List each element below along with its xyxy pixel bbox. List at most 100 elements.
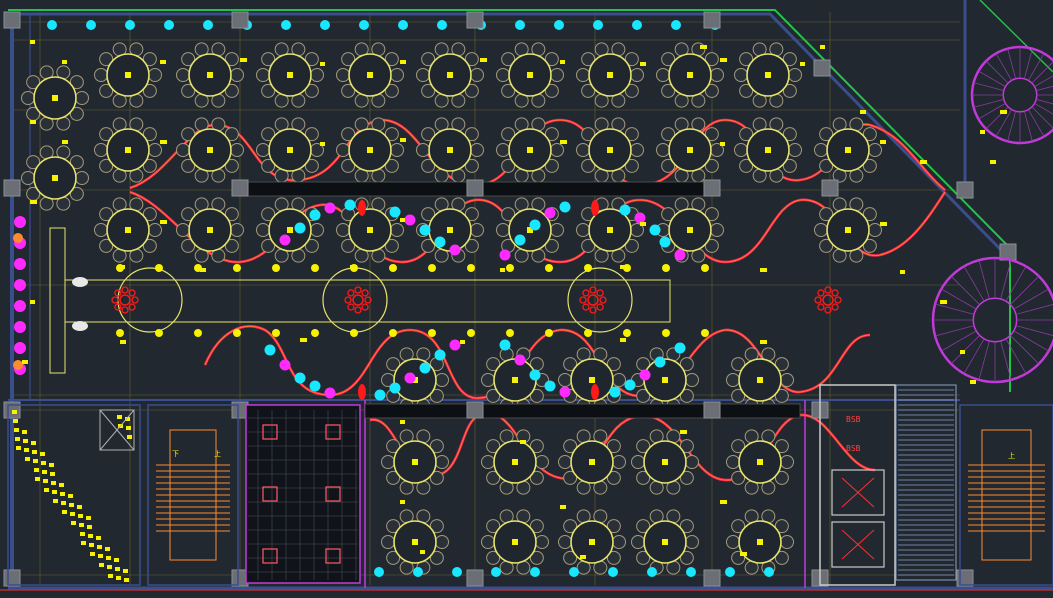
light-arc-1 bbox=[324, 202, 336, 214]
table-marker bbox=[662, 377, 668, 383]
stage-light bbox=[701, 264, 709, 272]
chair bbox=[381, 455, 395, 469]
dim-mark bbox=[320, 62, 325, 66]
dim-mark bbox=[160, 220, 167, 224]
ceiling-light bbox=[593, 20, 603, 30]
light-arc-2 bbox=[514, 234, 526, 246]
light-arc-2 bbox=[499, 249, 511, 261]
chair bbox=[21, 91, 35, 105]
ceiling-light bbox=[47, 20, 57, 30]
fixture-mark bbox=[79, 523, 84, 527]
chair bbox=[558, 373, 572, 387]
dim-mark bbox=[760, 268, 767, 272]
dim-mark bbox=[990, 160, 996, 164]
cad-floor-plan: 上 上 下 BSB BSB bbox=[0, 0, 1053, 598]
table-marker bbox=[447, 227, 453, 233]
column-3 bbox=[3, 11, 21, 29]
lift-label-1: BSB bbox=[846, 415, 861, 424]
chair bbox=[481, 455, 495, 469]
dim-mark bbox=[680, 430, 687, 434]
table-marker bbox=[765, 147, 771, 153]
stage-light bbox=[116, 329, 124, 337]
chair bbox=[558, 535, 572, 549]
dim-mark bbox=[900, 270, 905, 274]
stage-light bbox=[233, 329, 241, 337]
table-marker bbox=[687, 227, 693, 233]
ceiling-light bbox=[569, 567, 579, 577]
table-marker bbox=[607, 72, 613, 78]
chair bbox=[256, 143, 270, 157]
fixture-mark bbox=[96, 536, 101, 540]
chair bbox=[558, 455, 572, 469]
fixture-mark bbox=[87, 525, 92, 529]
dim-mark bbox=[760, 340, 767, 344]
stage-light bbox=[389, 264, 397, 272]
light-arc-2 bbox=[649, 224, 661, 236]
table-marker bbox=[757, 377, 763, 383]
fixture-mark bbox=[44, 488, 49, 492]
ceiling-light bbox=[491, 567, 501, 577]
ceiling-light bbox=[515, 20, 525, 30]
stage-light bbox=[194, 329, 202, 337]
fixture-mark bbox=[115, 567, 120, 571]
chair bbox=[148, 143, 162, 157]
fixture-mark bbox=[15, 437, 20, 441]
stage-light bbox=[233, 264, 241, 272]
fixture-mark bbox=[35, 477, 40, 481]
stage-light bbox=[662, 264, 670, 272]
fixture-mark bbox=[62, 510, 67, 514]
chair bbox=[496, 143, 510, 157]
column-5 bbox=[231, 179, 249, 197]
light-arc-1 bbox=[294, 222, 306, 234]
chair bbox=[656, 68, 670, 82]
fixture-mark bbox=[25, 457, 30, 461]
table-marker bbox=[125, 72, 131, 78]
dim-mark bbox=[720, 142, 725, 146]
ceiling-light bbox=[632, 20, 642, 30]
stage-light bbox=[155, 329, 163, 337]
dim-mark bbox=[240, 58, 247, 62]
light-arc-4 bbox=[559, 386, 571, 398]
ceiling-light bbox=[686, 567, 696, 577]
fixture-mark bbox=[108, 574, 113, 578]
fixture-mark bbox=[99, 563, 104, 567]
table-marker bbox=[512, 459, 518, 465]
dim-mark bbox=[120, 340, 126, 344]
table-marker bbox=[412, 539, 418, 545]
dim-mark bbox=[560, 140, 567, 144]
dim-mark bbox=[120, 265, 125, 269]
column-21 bbox=[813, 59, 831, 77]
chair bbox=[726, 373, 740, 387]
fixture-mark bbox=[50, 472, 55, 476]
dim-mark bbox=[30, 200, 37, 204]
light-arc-2 bbox=[619, 204, 631, 216]
dim-mark bbox=[580, 555, 586, 559]
chair bbox=[780, 535, 794, 549]
light-arc-4 bbox=[624, 379, 636, 391]
light-arc-3 bbox=[374, 389, 386, 401]
dim-mark bbox=[200, 268, 206, 272]
chair bbox=[780, 373, 794, 387]
fixture-mark bbox=[12, 410, 17, 414]
wall-light-orange bbox=[13, 233, 23, 243]
chair bbox=[256, 68, 270, 82]
light-arc-4 bbox=[544, 380, 556, 392]
dim-mark bbox=[160, 140, 167, 144]
light-arc-1 bbox=[404, 214, 416, 226]
fixture-mark bbox=[117, 415, 122, 419]
light-arc-4 bbox=[499, 339, 511, 351]
stage-light bbox=[389, 329, 397, 337]
red-fixture bbox=[358, 200, 366, 216]
ceiling-light bbox=[86, 20, 96, 30]
wall-light-orange bbox=[13, 360, 23, 370]
table-marker bbox=[207, 72, 213, 78]
light-arc-3 bbox=[434, 349, 446, 361]
dim-mark bbox=[880, 140, 886, 144]
light-arc-4 bbox=[654, 356, 666, 368]
table-marker bbox=[512, 377, 518, 383]
fixture-mark bbox=[77, 505, 82, 509]
ceiling-light bbox=[281, 20, 291, 30]
chair bbox=[550, 68, 564, 82]
chair bbox=[726, 455, 740, 469]
table-marker bbox=[512, 539, 518, 545]
